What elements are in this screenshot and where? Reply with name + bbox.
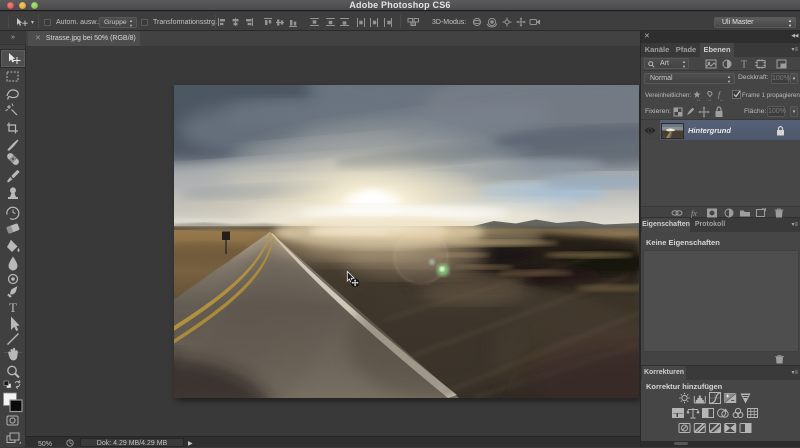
svg-text:↔: ↔ xyxy=(719,97,724,102)
svg-text:T: T xyxy=(741,60,747,70)
svg-text:↔: ↔ xyxy=(707,97,712,102)
svg-text:fx: fx xyxy=(691,209,697,218)
svg-text:↔: ↔ xyxy=(696,97,701,102)
svg-text:T: T xyxy=(9,300,17,315)
